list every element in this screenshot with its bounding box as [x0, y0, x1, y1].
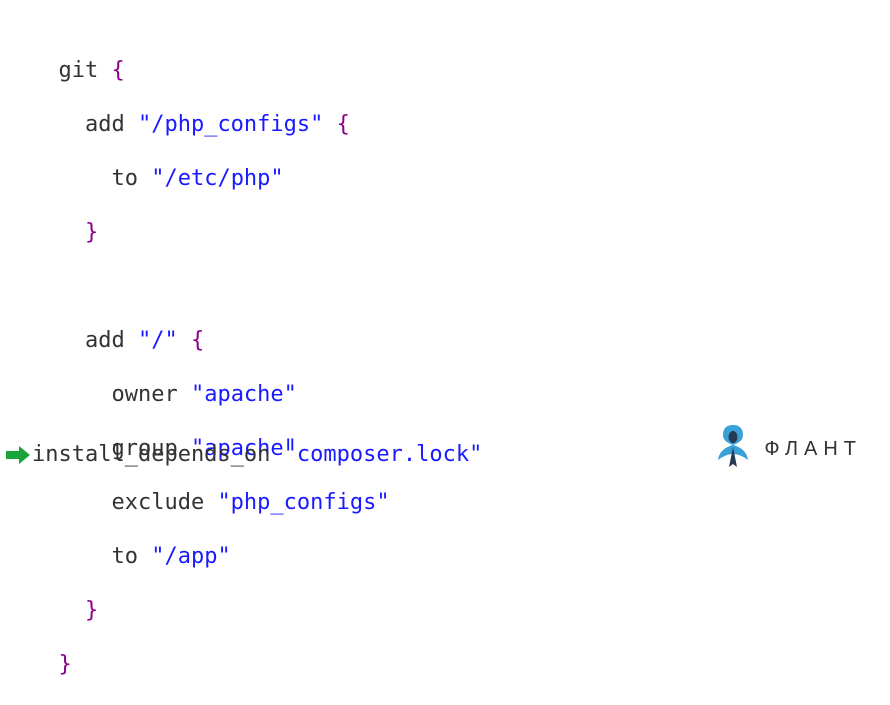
code-line-blank	[32, 273, 890, 300]
keyword-add: add	[85, 328, 125, 353]
keyword-git: git	[58, 58, 98, 83]
brace-close: }	[58, 652, 71, 677]
arrow-right-icon	[6, 444, 32, 466]
code-block: git { add "/php_configs" { to "/etc/php"…	[0, 0, 890, 705]
brace-open: {	[191, 328, 204, 353]
code-line: exclude "php_configs"	[32, 489, 890, 516]
highlighted-line-row: install_depends_on "composer.lock"	[6, 441, 482, 468]
code-line: add "/php_configs" {	[32, 111, 890, 138]
keyword-install-depends-on: install_depends_on	[32, 442, 270, 467]
string-value: "php_configs"	[217, 490, 389, 515]
brace-open: {	[111, 58, 124, 83]
code-line: }	[32, 219, 890, 246]
keyword-to: to	[111, 544, 138, 569]
code-line: }	[32, 651, 890, 678]
string-path: "/"	[138, 328, 178, 353]
brand-logo-text: ФЛАНТ	[764, 436, 862, 463]
brand-logo: ФЛАНТ	[712, 423, 862, 476]
code-line: git {	[32, 57, 890, 84]
code-line: owner "apache"	[32, 381, 890, 408]
keyword-owner: owner	[111, 382, 177, 407]
code-line: add "/" {	[32, 327, 890, 354]
string-value: "composer.lock"	[284, 442, 483, 467]
string-path: "/php_configs"	[138, 112, 323, 137]
code-line: to "/app"	[32, 543, 890, 570]
keyword-add: add	[85, 112, 125, 137]
flant-logo-icon	[712, 423, 754, 476]
code-line-highlighted: install_depends_on "composer.lock"	[32, 441, 482, 468]
string-value: "apache"	[191, 382, 297, 407]
brace-close: }	[85, 220, 98, 245]
string-path: "/etc/php"	[151, 166, 283, 191]
code-line: }	[32, 597, 890, 624]
keyword-exclude: exclude	[111, 490, 204, 515]
brace-open: {	[337, 112, 350, 137]
keyword-to: to	[111, 166, 138, 191]
string-path: "/app"	[151, 544, 230, 569]
code-line: to "/etc/php"	[32, 165, 890, 192]
brace-close: }	[85, 598, 98, 623]
